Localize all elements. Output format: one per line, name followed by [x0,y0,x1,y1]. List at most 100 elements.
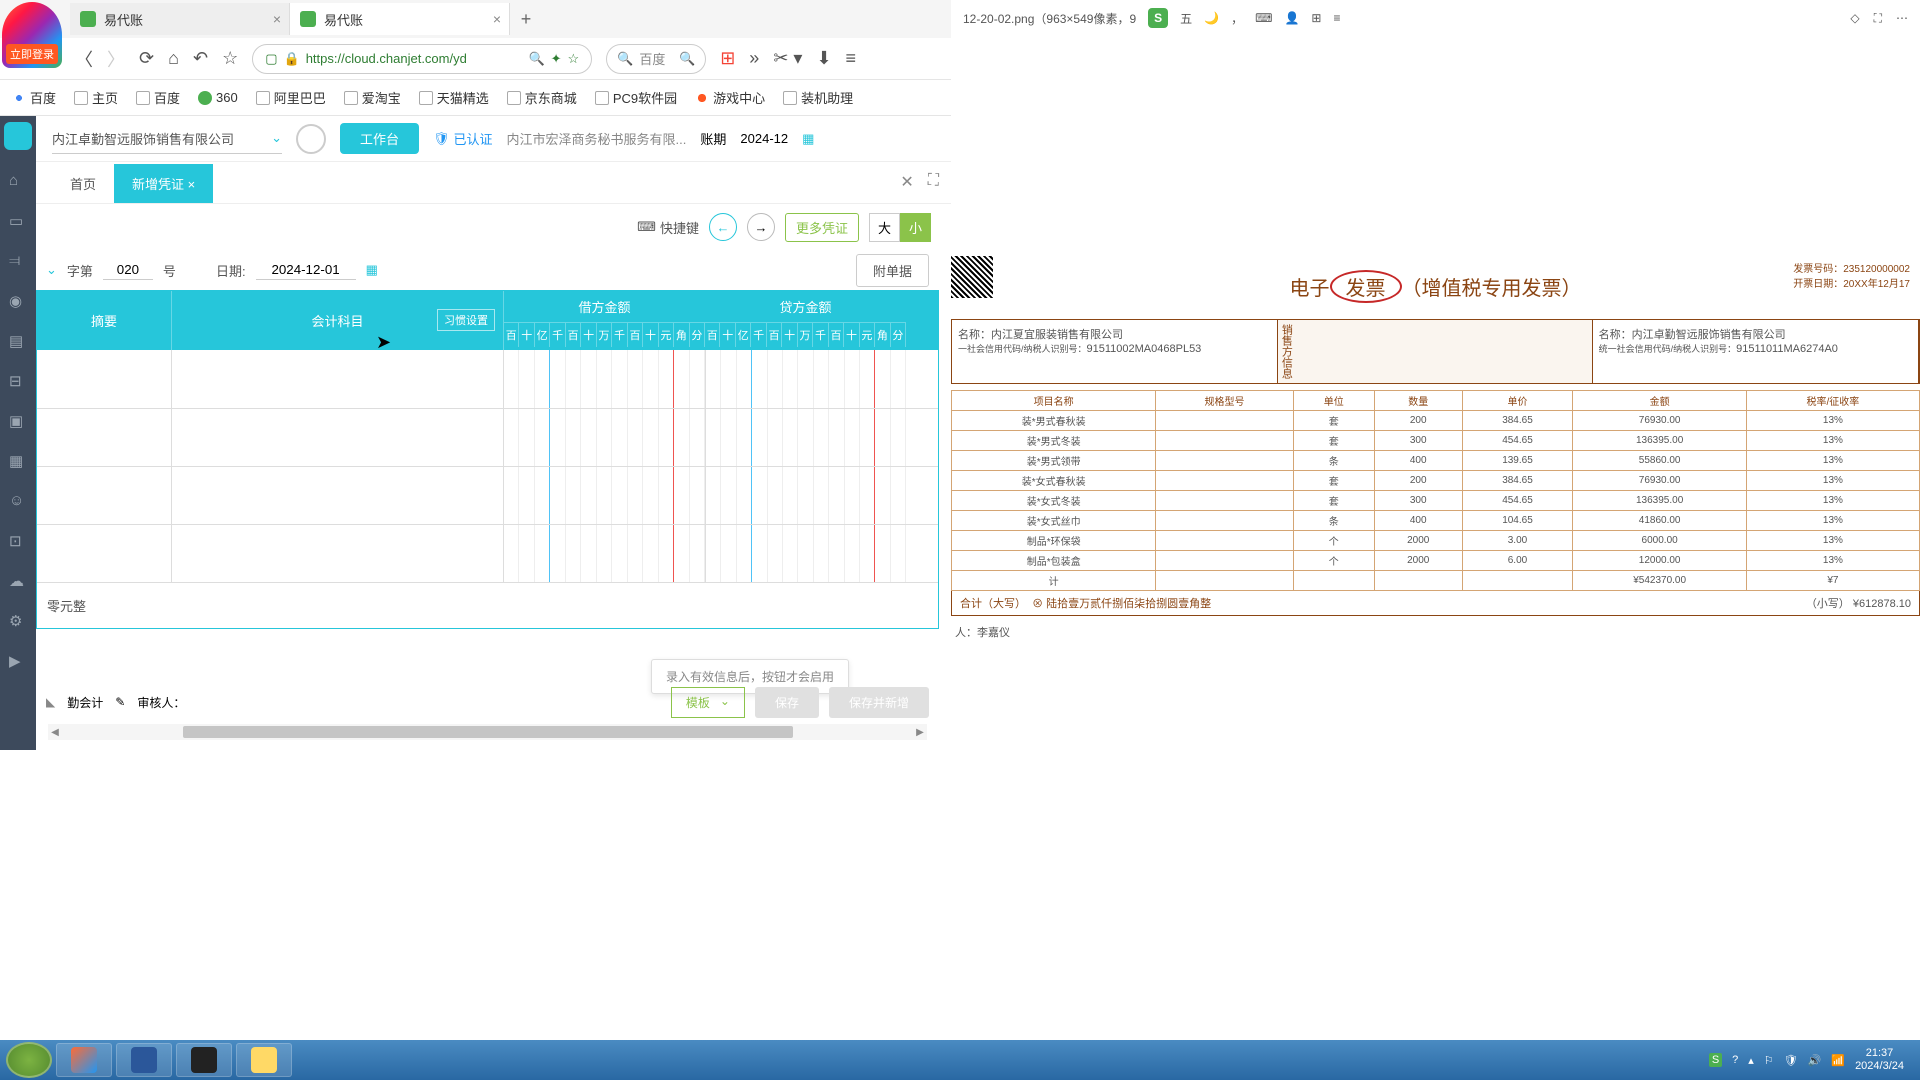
apps-icon[interactable]: ⊞ [720,48,735,69]
bookmark-install[interactable]: 装机助理 [783,88,853,107]
chart-nav-icon[interactable]: ⫤ [9,252,27,270]
entry-no-input[interactable] [103,260,153,280]
chevron-down-icon[interactable]: ⌄ [46,262,57,278]
reload-icon[interactable]: ⟳ [139,48,154,69]
sogou-tray-icon[interactable]: S [1709,1053,1722,1067]
download-icon[interactable]: ⬇ [816,48,831,69]
start-button[interactable] [6,1042,52,1078]
bookmark-baidu[interactable]: 百度 [12,88,56,107]
clock[interactable]: 21:37 2024/3/24 [1855,1047,1904,1073]
grid-row[interactable] [37,524,938,582]
attach-button[interactable]: 附单据 [856,254,929,287]
company-selector[interactable]: 内江卓勤智远服饰销售有限公司 ⌄ [52,124,282,154]
doc-nav-icon[interactable]: ▤ [9,332,27,350]
grid-row[interactable] [37,466,938,524]
browser-logo-badge[interactable]: 立即登录 [2,2,62,68]
money-nav-icon[interactable]: ◉ [9,292,27,310]
calendar-nav-icon[interactable]: ▦ [9,452,27,470]
tax-nav-icon[interactable]: ▣ [9,412,27,430]
flag-tray-icon[interactable]: ⚐ [1764,1054,1774,1067]
calendar-icon[interactable]: ▦ [802,131,814,147]
menu-icon[interactable]: ≡ [846,48,857,69]
more-icon[interactable]: ⋯ [1896,11,1908,26]
tab-new-voucher[interactable]: 新增凭证 × [114,164,213,203]
moon-icon[interactable]: 🌙 [1204,11,1219,25]
help-tray-icon[interactable]: ? [1732,1054,1738,1066]
scissors-icon[interactable]: ✂ ▾ [773,48,802,69]
search-go-icon[interactable]: 🔍 [679,51,695,67]
address-bar[interactable]: ▢ 🔒 https://cloud.chanjet.com/yd 🔍 ✦ ☆ [252,44,592,74]
more-vouchers-button[interactable]: 更多凭证 [785,213,859,242]
fullscreen-icon[interactable]: ⛶ [928,172,939,192]
more-icon[interactable]: » [749,48,759,69]
ime-mode[interactable]: 五 [1180,10,1192,27]
forward-icon[interactable]: 〉 [107,46,125,72]
gear-nav-icon[interactable]: ⚙ [9,612,27,630]
report-nav-icon[interactable]: ⊟ [9,372,27,390]
cloud-nav-icon[interactable]: ☁ [9,572,27,590]
bookmark-home[interactable]: 主页 [74,88,118,107]
app-logo-icon[interactable] [4,122,32,150]
stamp-icon[interactable] [296,124,326,154]
home-icon[interactable]: ⌂ [168,48,179,69]
menu-icon[interactable]: ≡ [1333,11,1340,25]
service-nav-icon[interactable]: ☺ [9,492,27,510]
zoom-icon[interactable]: 🔍 [528,51,544,67]
bookmark-baidu2[interactable]: 百度 [136,88,180,107]
star-icon[interactable]: ☆ [222,48,238,69]
volume-tray-icon[interactable]: 🔊 [1808,1054,1822,1067]
undo-icon[interactable]: ↶ [193,48,208,69]
size-small[interactable]: 小 [900,213,931,242]
period-value[interactable]: 2024-12 [740,131,788,146]
translate-icon[interactable]: ✦ [551,51,562,67]
browser-tab-0[interactable]: 易代账 × [70,3,290,35]
new-tab-button[interactable]: + [510,9,542,30]
book-nav-icon[interactable]: ▭ [9,212,27,230]
tab-close-icon[interactable]: × [188,177,196,192]
menu-caret-icon[interactable]: ◣ [46,695,55,709]
bookmark-jd[interactable]: 京东商城 [507,88,577,107]
next-button[interactable]: → [747,213,775,241]
habit-settings-button[interactable]: 习惯设置 [437,309,495,331]
archive-nav-icon[interactable]: ⊡ [9,532,27,550]
task-browser[interactable] [56,1043,112,1077]
user-icon[interactable]: 👤 [1284,11,1299,25]
task-app[interactable] [176,1043,232,1077]
bookmark-tmall[interactable]: 天猫精选 [419,88,489,107]
close-all-icon[interactable]: ✕ [900,172,913,192]
edit-icon[interactable]: ✎ [115,695,125,709]
bookmark-games[interactable]: 游戏中心 [695,88,765,107]
task-word[interactable] [116,1043,172,1077]
browser-tab-1[interactable]: 易代账 × [290,3,510,35]
chevron-up-icon[interactable]: ▴ [1748,1054,1754,1067]
extension-icon[interactable]: ◇ [1850,11,1859,26]
bookmark-alibaba[interactable]: 阿里巴巴 [256,88,326,107]
search-box[interactable]: 🔍 百度 🔍 [606,44,706,74]
grid-icon[interactable]: ⊞ [1311,11,1321,25]
tab-close-icon[interactable]: × [493,11,501,27]
template-button[interactable]: 模板⌄ [671,687,745,718]
video-nav-icon[interactable]: ▶ [9,652,27,670]
calendar-icon[interactable]: ▦ [366,262,378,278]
scroll-left-icon[interactable]: ◀ [48,727,62,738]
size-toggle[interactable]: 大 小 [869,213,931,242]
home-nav-icon[interactable]: ⌂ [9,172,27,190]
back-icon[interactable]: 〈 [75,46,93,72]
date-input[interactable] [256,260,356,280]
bookmark-aitaobao[interactable]: 爱淘宝 [344,88,401,107]
bookmark-360[interactable]: 360 [198,90,238,105]
tab-home[interactable]: 首页 [52,164,114,203]
expand-icon[interactable]: ⛶ [1874,11,1882,26]
horizontal-scrollbar[interactable]: ◀ ▶ [48,724,927,740]
shield-tray-icon[interactable]: 🛡 [1784,1054,1798,1067]
grid-row[interactable] [37,350,938,408]
size-big[interactable]: 大 [869,213,900,242]
keyboard-icon[interactable]: ⌨ [1255,11,1272,25]
shortcut-button[interactable]: ⌨快捷键 [637,218,699,237]
tab-close-icon[interactable]: × [273,11,281,27]
bookmark-icon[interactable]: ☆ [568,51,580,67]
comma-icon[interactable]: ， [1231,10,1243,27]
task-explorer[interactable] [236,1043,292,1077]
network-tray-icon[interactable]: 📶 [1831,1054,1845,1067]
bookmark-pc9[interactable]: PC9软件园 [595,88,677,107]
